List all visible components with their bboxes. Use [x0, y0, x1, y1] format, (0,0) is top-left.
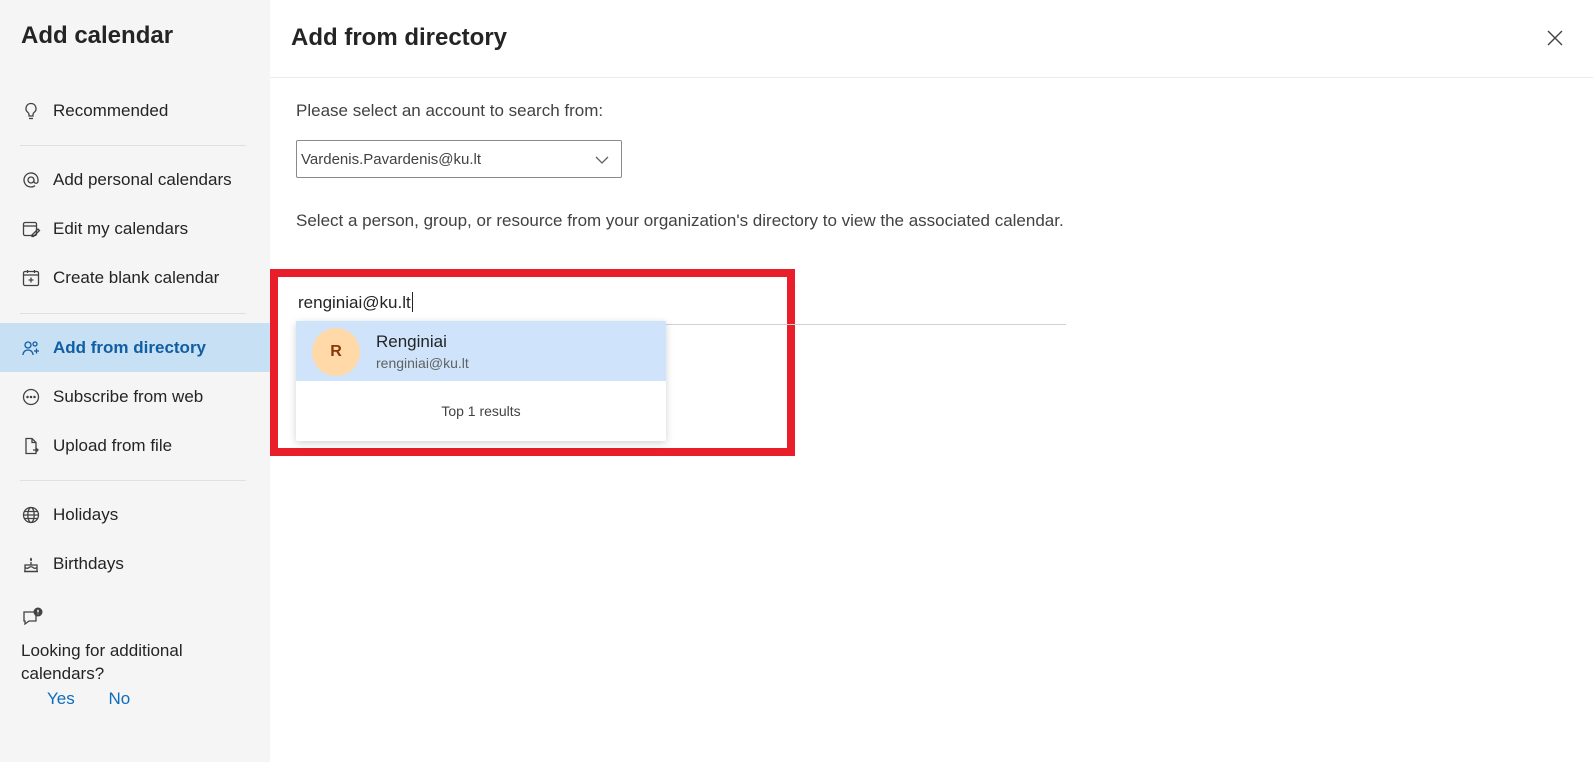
account-selected-value: Vardenis.Pavardenis@ku.lt	[301, 150, 482, 168]
sidebar-item-add-from-directory[interactable]: Add from directory	[0, 323, 270, 372]
sidebar-item-birthdays[interactable]: Birthdays	[0, 540, 270, 588]
sidebar-item-label: Recommended	[53, 101, 169, 120]
globe-icon	[20, 504, 42, 526]
feedback-links: Yes No	[47, 687, 251, 710]
avatar: R	[312, 328, 360, 376]
suggestions-dropdown: R Renginiai renginiai@ku.lt Top 1 result…	[296, 321, 666, 441]
feedback-no-link[interactable]: No	[108, 689, 130, 708]
add-calendar-dialog: Add calendar Recommended Add personal ca…	[0, 0, 1593, 762]
link-circle-icon	[20, 386, 42, 408]
divider	[20, 480, 246, 481]
directory-prompt: Select a person, group, or resource from…	[296, 211, 1064, 230]
main-panel: Add from directory Please select an acco…	[270, 0, 1593, 762]
main-header: Add from directory	[270, 0, 1593, 78]
feedback-icon	[23, 607, 43, 626]
account-dropdown[interactable]: Vardenis.Pavardenis@ku.lt	[296, 140, 622, 178]
suggestion-email: renginiai@ku.lt	[376, 355, 469, 371]
sidebar-item-label: Add personal calendars	[53, 170, 232, 189]
divider	[20, 145, 246, 146]
people-search-icon	[20, 337, 42, 359]
sidebar-item-holidays[interactable]: Holidays	[0, 491, 270, 539]
feedback-question: Looking for additional calendars?	[21, 641, 183, 683]
sidebar-item-label: Upload from file	[53, 436, 173, 455]
sidebar-item-label: Subscribe from web	[53, 387, 204, 406]
calendar-add-icon	[20, 267, 42, 289]
document-arrow-icon	[20, 435, 42, 457]
edit-icon	[20, 218, 42, 240]
sidebar-item-label: Create blank calendar	[53, 268, 220, 287]
suggestion-name: Renginiai	[376, 332, 447, 351]
sidebar-item-subscribe-from-web[interactable]: Subscribe from web	[0, 373, 270, 421]
sidebar-title: Add calendar	[21, 22, 174, 49]
feedback-section: Looking for additional calendars? Yes No	[21, 607, 251, 710]
divider	[20, 313, 246, 314]
sidebar-item-recommended[interactable]: Recommended	[0, 87, 270, 135]
cake-icon	[20, 553, 42, 575]
sidebar-item-upload-from-file[interactable]: Upload from file	[0, 422, 270, 470]
account-prompt: Please select an account to search from:	[296, 101, 604, 120]
sidebar-item-label: Edit my calendars	[53, 219, 189, 238]
at-icon	[20, 169, 42, 191]
close-button[interactable]	[1543, 26, 1567, 50]
sidebar-item-label: Holidays	[53, 505, 119, 524]
chevron-down-icon	[595, 156, 609, 164]
lightbulb-icon	[20, 100, 42, 122]
sidebar-item-edit-my-calendars[interactable]: Edit my calendars	[0, 205, 270, 253]
sidebar-item-label: Birthdays	[53, 554, 124, 573]
sidebar-item-label: Add from directory	[53, 337, 207, 357]
results-count: Top 1 results	[441, 403, 521, 419]
suggestion-item[interactable]: R Renginiai renginiai@ku.lt	[296, 321, 666, 381]
feedback-yes-link[interactable]: Yes	[47, 689, 75, 708]
sidebar-item-create-blank-calendar[interactable]: Create blank calendar	[0, 254, 270, 302]
close-icon	[1547, 30, 1563, 46]
search-input-value: renginiai@ku.lt	[298, 292, 413, 312]
sidebar: Add calendar Recommended Add personal ca…	[0, 0, 270, 762]
page-title: Add from directory	[291, 24, 508, 51]
sidebar-item-add-personal-calendars[interactable]: Add personal calendars	[0, 156, 270, 204]
